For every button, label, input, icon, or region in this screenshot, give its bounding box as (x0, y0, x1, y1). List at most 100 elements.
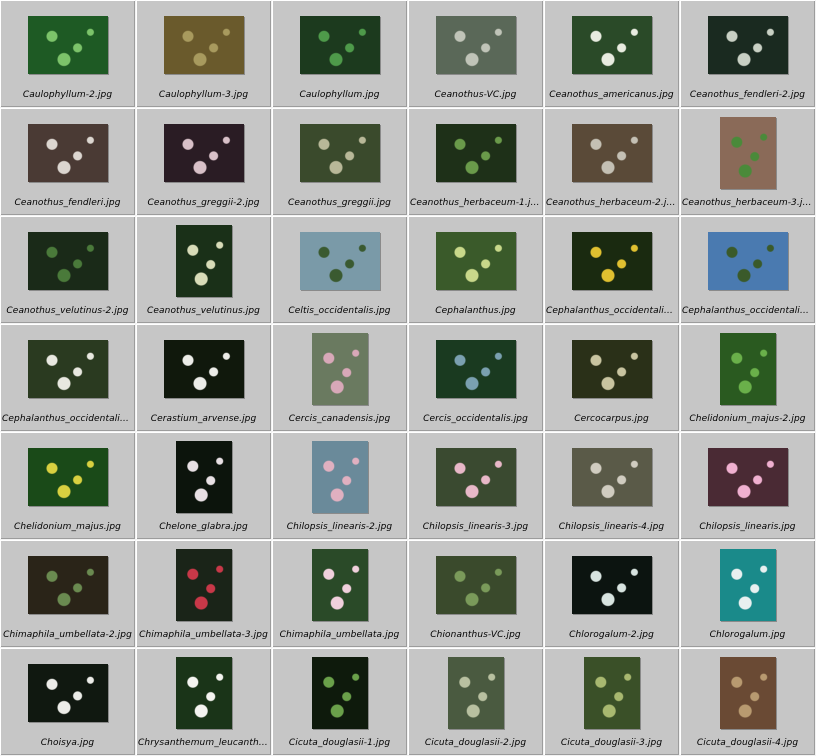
thumbnail-frame (544, 6, 679, 84)
file-thumbnail-item[interactable]: Chionanthus-VC.jpg (408, 540, 544, 648)
file-name-label: Cercis_occidentalis.jpg (423, 414, 528, 424)
thumbnail-image[interactable] (175, 225, 232, 297)
file-thumbnail-item[interactable]: Ceanothus_herbaceum-1.jpg (408, 108, 544, 216)
thumbnail-image[interactable] (27, 340, 108, 398)
thumbnail-image[interactable] (719, 333, 776, 405)
thumbnail-image[interactable] (707, 448, 788, 506)
thumbnail-image[interactable] (571, 232, 652, 290)
file-thumbnail-item[interactable]: Chilopsis_linearis-3.jpg (408, 432, 544, 540)
file-thumbnail-item[interactable]: Cephalanthus_occidentalis-… (544, 216, 680, 324)
file-thumbnail-item[interactable]: Chelidonium_majus-2.jpg (680, 324, 816, 432)
thumbnail-image[interactable] (27, 448, 108, 506)
file-thumbnail-item[interactable]: Ceanothus-VC.jpg (408, 0, 544, 108)
thumbnail-image[interactable] (435, 16, 516, 74)
file-thumbnail-item[interactable]: Choisya.jpg (0, 648, 136, 756)
file-thumbnail-item[interactable]: Caulophyllum-2.jpg (0, 0, 136, 108)
thumbnail-image[interactable] (571, 448, 652, 506)
file-thumbnail-item[interactable]: Cicuta_douglasii-1.jpg (272, 648, 408, 756)
file-thumbnail-item[interactable]: Cephalanthus_occidentalis-… (680, 216, 816, 324)
thumbnail-image[interactable] (175, 441, 232, 513)
file-name-label: Chlorogalum.jpg (709, 630, 786, 640)
file-name-label: Chionanthus-VC.jpg (430, 630, 521, 640)
file-thumbnail-item[interactable]: Ceanothus_greggii-2.jpg (136, 108, 272, 216)
thumbnail-image[interactable] (27, 664, 108, 722)
thumbnail-image[interactable] (27, 16, 108, 74)
thumbnail-image[interactable] (311, 333, 368, 405)
thumbnail-image[interactable] (163, 16, 244, 74)
thumbnail-image[interactable] (299, 124, 380, 182)
file-name-label: Ceanothus_fendleri.jpg (14, 198, 121, 208)
thumbnail-image[interactable] (571, 340, 652, 398)
thumbnail-image[interactable] (435, 556, 516, 614)
thumbnail-image[interactable] (707, 232, 788, 290)
file-thumbnail-item[interactable]: Caulophyllum.jpg (272, 0, 408, 108)
file-thumbnail-item[interactable]: Chlorogalum-2.jpg (544, 540, 680, 648)
thumbnail-image[interactable] (175, 549, 232, 621)
file-thumbnail-item[interactable]: Ceanothus_velutinus-2.jpg (0, 216, 136, 324)
thumbnail-image[interactable] (447, 657, 504, 729)
file-thumbnail-item[interactable]: Chlorogalum.jpg (680, 540, 816, 648)
file-thumbnail-item[interactable]: Ceanothus_herbaceum-3.jpg (680, 108, 816, 216)
file-thumbnail-item[interactable]: Cicuta_douglasii-4.jpg (680, 648, 816, 756)
file-thumbnail-item[interactable]: Cercocarpus.jpg (544, 324, 680, 432)
file-thumbnail-item[interactable]: Cicuta_douglasii-3.jpg (544, 648, 680, 756)
file-name-label: Cicuta_douglasii-4.jpg (696, 738, 799, 748)
thumbnail-image[interactable] (571, 16, 652, 74)
thumbnail-image[interactable] (435, 124, 516, 182)
thumbnail-image[interactable] (299, 232, 380, 290)
file-thumbnail-item[interactable]: Chelone_glabra.jpg (136, 432, 272, 540)
thumbnail-image[interactable] (311, 657, 368, 729)
file-thumbnail-item[interactable]: Cicuta_douglasii-2.jpg (408, 648, 544, 756)
thumbnail-image[interactable] (583, 657, 640, 729)
file-thumbnail-item[interactable]: Cephalanthus.jpg (408, 216, 544, 324)
thumbnail-image[interactable] (435, 340, 516, 398)
thumbnail-image[interactable] (163, 340, 244, 398)
file-name-label: Cercis_canadensis.jpg (288, 414, 391, 424)
file-thumbnail-item[interactable]: Chelidonium_majus.jpg (0, 432, 136, 540)
file-thumbnail-item[interactable]: Chimaphila_umbellata-2.jpg (0, 540, 136, 648)
file-name-label: Chilopsis_linearis-4.jpg (558, 522, 665, 532)
thumbnail-image[interactable] (571, 556, 652, 614)
file-thumbnail-item[interactable]: Cercis_canadensis.jpg (272, 324, 408, 432)
thumbnail-image[interactable] (719, 657, 776, 729)
file-thumbnail-item[interactable]: Chilopsis_linearis-2.jpg (272, 432, 408, 540)
file-thumbnail-item[interactable]: Chimaphila_umbellata.jpg (272, 540, 408, 648)
file-thumbnail-item[interactable]: Chilopsis_linearis-4.jpg (544, 432, 680, 540)
file-thumbnail-item[interactable]: Ceanothus_greggii.jpg (272, 108, 408, 216)
thumbnail-frame (408, 222, 543, 300)
file-thumbnail-item[interactable]: Caulophyllum-3.jpg (136, 0, 272, 108)
file-thumbnail-item[interactable]: Cephalanthus_occidentalis-… (0, 324, 136, 432)
thumbnail-image[interactable] (719, 549, 776, 621)
thumbnail-image[interactable] (435, 448, 516, 506)
file-name-label: Ceanothus_fendleri-2.jpg (689, 90, 806, 100)
file-name-label: Caulophyllum-2.jpg (22, 90, 113, 100)
file-name-label: Cicuta_douglasii-1.jpg (288, 738, 391, 748)
file-thumbnail-item[interactable]: Ceanothus_velutinus.jpg (136, 216, 272, 324)
file-thumbnail-item[interactable]: Ceanothus_americanus.jpg (544, 0, 680, 108)
thumbnail-image[interactable] (27, 232, 108, 290)
thumbnail-image[interactable] (27, 124, 108, 182)
file-thumbnail-item[interactable]: Chrysanthemum_leucanthe… (136, 648, 272, 756)
thumbnail-image[interactable] (311, 549, 368, 621)
file-name-label: Chelidonium_majus.jpg (14, 522, 121, 532)
file-name-label: Chlorogalum-2.jpg (569, 630, 654, 640)
file-thumbnail-item[interactable]: Cerastium_arvense.jpg (136, 324, 272, 432)
file-thumbnail-item[interactable]: Ceanothus_fendleri-2.jpg (680, 0, 816, 108)
thumbnail-image[interactable] (707, 16, 788, 74)
thumbnail-image[interactable] (175, 657, 232, 729)
file-thumbnail-item[interactable]: Ceanothus_herbaceum-2.jpg (544, 108, 680, 216)
file-thumbnail-item[interactable]: Chimaphila_umbellata-3.jpg (136, 540, 272, 648)
thumbnail-image[interactable] (719, 117, 776, 189)
thumbnail-image[interactable] (27, 556, 108, 614)
file-thumbnail-item[interactable]: Celtis_occidentalis.jpg (272, 216, 408, 324)
file-thumbnail-item[interactable]: Chilopsis_linearis.jpg (680, 432, 816, 540)
thumbnail-image[interactable] (435, 232, 516, 290)
file-name-label: Ceanothus_velutinus.jpg (147, 306, 260, 316)
thumbnail-image[interactable] (571, 124, 652, 182)
thumbnail-image[interactable] (311, 441, 368, 513)
file-thumbnail-item[interactable]: Ceanothus_fendleri.jpg (0, 108, 136, 216)
thumbnail-image[interactable] (163, 124, 244, 182)
file-name-label: Ceanothus_greggii-2.jpg (147, 198, 260, 208)
thumbnail-image[interactable] (299, 16, 380, 74)
file-thumbnail-item[interactable]: Cercis_occidentalis.jpg (408, 324, 544, 432)
